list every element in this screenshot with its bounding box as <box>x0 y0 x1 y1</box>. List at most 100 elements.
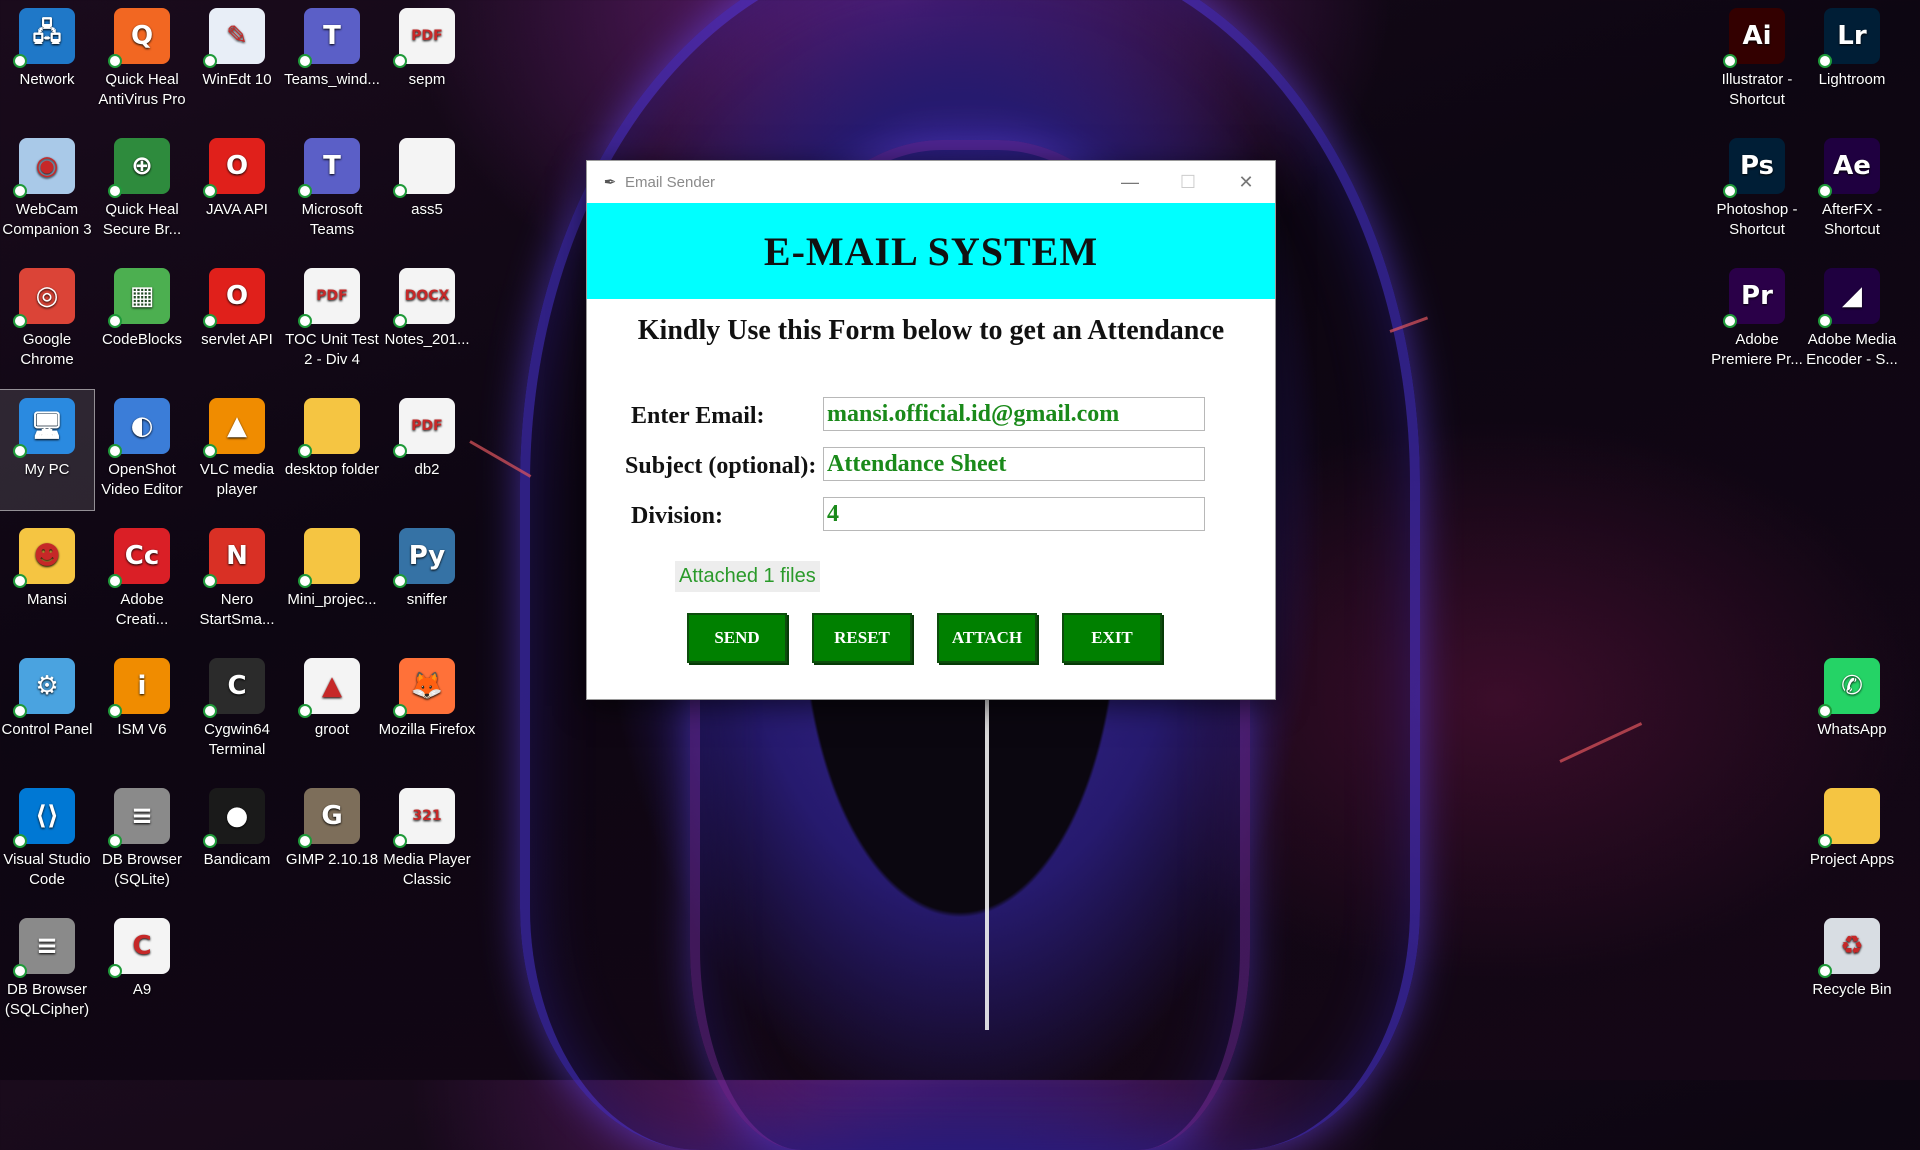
desktop-icon[interactable]: Q Quick Heal AntiVirus Pro <box>95 0 189 120</box>
desktop-icon-label: WinEdt 10 <box>202 71 272 88</box>
desktop-icon[interactable]: 321 Media Player Classic <box>380 780 474 900</box>
desktop-icon[interactable]: Ps Photoshop - Shortcut <box>1710 130 1804 250</box>
desktop-icon-label: GIMP 2.10.18 <box>285 851 379 868</box>
desktop-icon[interactable]: ▲ VLC media player <box>190 390 284 510</box>
user-folder-icon: ☻ <box>13 528 75 588</box>
oracle-icon: O <box>203 138 265 198</box>
sync-status-icon <box>1818 964 1832 978</box>
sync-status-icon <box>203 314 217 328</box>
desktop-icon[interactable]: Pr Adobe Premiere Pr... <box>1710 260 1804 380</box>
sync-status-icon <box>1723 184 1737 198</box>
bandicam-icon: ● <box>203 788 265 848</box>
desktop-icon-label: Control Panel <box>1 721 93 738</box>
image-file-icon: ▲ <box>298 658 360 718</box>
desktop-icon[interactable]: PDF TOC Unit Test 2 - Div 4 <box>285 260 379 380</box>
send-button[interactable]: SEND <box>687 613 787 663</box>
desktop-icon[interactable]: G GIMP 2.10.18 <box>285 780 379 900</box>
maximize-button[interactable]: ☐ <box>1159 161 1217 203</box>
desktop-icon-label: Google Chrome <box>20 331 74 368</box>
desktop-icon-label: Visual Studio Code <box>3 851 91 888</box>
docx-icon: DOCX <box>393 268 455 328</box>
minimize-button[interactable]: — <box>1101 161 1159 203</box>
desktop-icon[interactable]: ✆ WhatsApp <box>1805 650 1899 770</box>
desktop-icon-label: Mansi <box>26 591 67 608</box>
division-field[interactable]: 4 <box>823 497 1205 531</box>
desktop-icon[interactable]: ⚙ Control Panel <box>0 650 94 770</box>
subject-field[interactable]: Attendance Sheet <box>823 447 1205 481</box>
sync-status-icon <box>1723 314 1737 328</box>
email-sender-window: ✒ Email Sender — ☐ ✕ E-MAIL SYSTEM Kindl… <box>586 160 1276 700</box>
sync-status-icon <box>108 574 122 588</box>
desktop-icon[interactable]: PDF db2 <box>380 390 474 510</box>
pdf-icon: PDF <box>298 268 360 328</box>
desktop-icon[interactable]: ⊕ Quick Heal Secure Br... <box>95 130 189 250</box>
wallpaper-streak <box>985 700 989 1030</box>
desktop-icon[interactable]: ◢ Adobe Media Encoder - S... <box>1805 260 1899 380</box>
exit-button[interactable]: EXIT <box>1062 613 1162 663</box>
sync-status-icon <box>298 184 312 198</box>
desktop-icon-label: TOC Unit Test 2 - Div 4 <box>285 331 379 368</box>
desktop-icon[interactable]: Cc Adobe Creati... <box>95 520 189 640</box>
desktop-icon[interactable]: ▦ CodeBlocks <box>95 260 189 380</box>
sync-status-icon <box>203 444 217 458</box>
sync-status-icon <box>108 54 122 68</box>
desktop-icon[interactable]: Project Apps <box>1805 780 1899 900</box>
pdf-icon: PDF <box>393 398 455 458</box>
desktop-icon-label: Recycle Bin <box>1812 981 1892 998</box>
desktop-icon[interactable]: ≡ DB Browser (SQLite) <box>95 780 189 900</box>
desktop-icon[interactable]: ● Bandicam <box>190 780 284 900</box>
desktop-icon-label: DB Browser (SQLCipher) <box>4 981 90 1018</box>
desktop-icon[interactable]: O JAVA API <box>190 130 284 250</box>
desktop-icon[interactable]: ◐ OpenShot Video Editor <box>95 390 189 510</box>
desktop-icon[interactable]: ◉ WebCam Companion 3 <box>0 130 94 250</box>
email-label: Enter Email: <box>631 403 765 429</box>
desktop-icon[interactable]: DOCX Notes_201... <box>380 260 474 380</box>
desktop-icon[interactable]: ♻ Recycle Bin <box>1805 910 1899 1030</box>
desktop-icon[interactable]: 🖥 My PC <box>0 389 95 511</box>
file-icon <box>393 138 455 198</box>
email-field[interactable]: mansi.official.id@gmail.com <box>823 397 1205 431</box>
desktop-icon-label: Notes_201... <box>384 331 470 348</box>
desktop-icon[interactable]: ass5 <box>380 130 474 250</box>
sync-status-icon <box>203 574 217 588</box>
desktop-icon[interactable]: N Nero StartSma... <box>190 520 284 640</box>
desktop-icon-label: Media Player Classic <box>383 851 471 888</box>
desktop-icon-label: WebCam Companion 3 <box>2 201 92 238</box>
folder-icon <box>298 528 360 588</box>
desktop-icon[interactable]: ≡ DB Browser (SQLCipher) <box>0 910 94 1030</box>
close-button[interactable]: ✕ <box>1217 161 1275 203</box>
attach-button[interactable]: ATTACH <box>937 613 1037 663</box>
desktop-icon[interactable]: Py sniffer <box>380 520 474 640</box>
desktop-icon[interactable]: T Microsoft Teams <box>285 130 379 250</box>
sync-status-icon <box>13 444 27 458</box>
desktop-icon[interactable]: ⟨⟩ Visual Studio Code <box>0 780 94 900</box>
desktop-icon-label: desktop folder <box>284 461 380 478</box>
desktop-icon-label: Adobe Creati... <box>115 591 169 628</box>
desktop-icon[interactable]: Lr Lightroom <box>1805 0 1899 120</box>
desktop-icon[interactable]: PDF sepm <box>380 0 474 120</box>
desktop-icon[interactable]: ✎ WinEdt 10 <box>190 0 284 120</box>
database-icon: ≡ <box>13 918 75 978</box>
desktop-icon[interactable]: C A9 <box>95 910 189 1030</box>
desktop-icon[interactable]: Ae AfterFX - Shortcut <box>1805 130 1899 250</box>
desktop-icon[interactable]: ☻ Mansi <box>0 520 94 640</box>
winedt-icon: ✎ <box>203 8 265 68</box>
desktop-icon[interactable]: 🦊 Mozilla Firefox <box>379 650 475 770</box>
desktop-icon[interactable]: Oservlet API <box>190 260 284 380</box>
reset-button[interactable]: RESET <box>812 613 912 663</box>
window-titlebar[interactable]: ✒ Email Sender — ☐ ✕ <box>587 161 1275 203</box>
desktop-icon[interactable]: ▲ groot <box>285 650 379 770</box>
desktop-icon[interactable]: Mini_projec... <box>285 520 379 640</box>
openshot-icon: ◐ <box>108 398 170 458</box>
gimp-icon: G <box>298 788 360 848</box>
ism-icon: i <box>108 658 170 718</box>
teams-icon: T <box>298 138 360 198</box>
desktop-icon[interactable]: C Cygwin64 Terminal <box>190 650 284 770</box>
desktop-icon[interactable]: desktop folder <box>285 390 379 510</box>
desktop-icon[interactable]: Ai Illustrator - Shortcut <box>1710 0 1804 120</box>
desktop-icon[interactable]: ◎ Google Chrome <box>0 260 94 380</box>
desktop-icon[interactable]: i ISM V6 <box>95 650 189 770</box>
desktop-icon[interactable]: T Teams_wind... <box>284 0 380 120</box>
sync-status-icon <box>1818 314 1832 328</box>
desktop-icon[interactable]: 🖧 Network <box>0 0 94 120</box>
